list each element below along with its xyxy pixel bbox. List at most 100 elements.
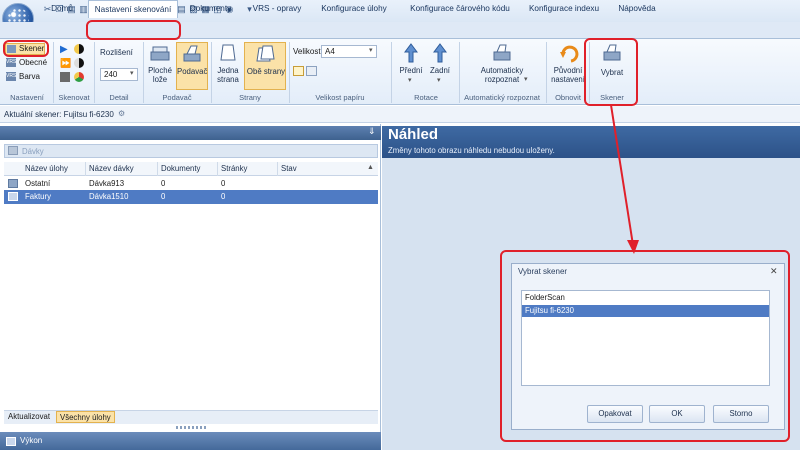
tab-konfigurace-indexu[interactable]: Konfigurace indexu [524,0,604,17]
predni-button[interactable]: Přední ▾ [398,42,424,90]
ribbon-separator [94,42,95,103]
resolution-select[interactable]: 240 ▾ [100,68,138,81]
velikost-label: Velikost [293,47,321,56]
preview-title: Náhled [388,126,439,143]
auto-scan-icon [493,44,511,61]
portrait-icon[interactable] [293,66,304,76]
column-header-batch[interactable]: Název dávky [86,162,158,176]
batch-section-title: Dávky [22,147,44,156]
cell-documents: 0 [161,192,166,201]
feeder-icon [183,45,201,62]
obnovit-line2-label: nastavení [551,75,585,84]
jedna-label: Jedna [217,66,239,75]
flatbed-icon [150,46,170,61]
zadni-button[interactable]: Zadní ▾ [427,42,453,90]
obecne-button[interactable]: VRS Obecné [5,57,49,69]
tab-konfigurace-caroveho-kodu[interactable]: Konfigurace čárového kódu [400,0,520,17]
group-nastaveni-label: Nastavení [10,93,44,102]
ploche-loze-button[interactable]: Ploché lože [145,42,175,90]
obnovit-line1-label: Původní [553,66,583,75]
column-header-state[interactable]: Stav [278,162,368,176]
highlight-dialog-box [500,250,790,442]
current-scanner-text: Aktuální skener: Fujitsu fi-6230 [4,110,114,119]
group-velikost-label: Velikost papíru [315,93,365,102]
vykon-title: Výkon [20,436,43,445]
ribbon-separator [211,42,212,103]
reset-settings-button[interactable]: Původní nastavení [549,42,587,90]
chevron-down-icon: ▾ [369,47,373,54]
scan-icon[interactable]: ▶ [60,44,68,55]
tab-konfigurace-ulohy[interactable]: Konfigurace úlohy [314,0,394,17]
rozliseni-label: Rozlišení [100,48,133,57]
auto-detect-button[interactable]: Automaticky rozpoznat ▾ [466,42,538,90]
cell-pages: 0 [221,179,226,188]
vykon-section-header[interactable] [0,432,381,450]
column-header-pages[interactable]: Stránky [218,162,278,176]
zadni-label: Zadní [430,66,450,75]
obe-strany-button[interactable]: Obě strany [244,42,286,90]
highlight-vybrat-box [584,38,638,106]
highlight-skener-box [3,40,49,57]
strana-label: strana [217,75,239,84]
stop-icon[interactable] [60,72,70,82]
chevron-down-icon: ▾ [408,77,412,84]
cell-state [278,190,368,203]
batch-section-header[interactable] [4,144,378,158]
podavac-button[interactable]: Podavač [176,42,208,90]
tab-nastaveni-skenovani[interactable]: Nastavení skenování [88,0,178,18]
arrow-up-icon [404,43,418,63]
barva-button[interactable]: VRS Barva [5,71,45,83]
single-side-icon [220,44,236,61]
group-detail-label: Detail [109,93,129,102]
cell-documents: 0 [161,179,166,188]
predni-label: Přední [399,66,423,75]
grayscale-mode-icon[interactable] [74,58,84,68]
color-mode-icon[interactable] [74,72,84,82]
ribbon-separator [546,42,547,103]
all-jobs-tab[interactable]: Všechny úlohy [56,411,115,423]
paper-size-select[interactable]: A4 ▾ [321,45,377,58]
group-auto-label: Automatický rozpoznat [464,93,540,102]
bw-mode-icon[interactable] [74,44,84,54]
loze-label: lože [152,75,168,84]
group-skenovat-label: Skenovat [58,93,90,102]
splitter-handle[interactable] [176,426,206,429]
chevron-down-icon: ▾ [130,70,134,77]
landscape-icon[interactable] [306,66,317,76]
general-icon: VRS [6,58,17,67]
panel-header [0,126,381,140]
preview-subtitle: Změny tohoto obrazu náhledu nebudou ulož… [388,146,555,155]
jedna-strana-button[interactable]: Jedna strana [213,42,243,90]
ribbon-separator [391,42,392,103]
chevron-down-icon: ▾ [437,77,441,84]
column-header-job[interactable]: Název úlohy [22,162,86,176]
group-obnovit-label: Obnovit [555,93,581,102]
group-podavac-label: Podavač [162,93,192,102]
cell-job: Ostatní [25,179,51,188]
performance-icon [6,437,16,446]
double-side-icon [256,45,275,62]
auto-line1-label: Automaticky [480,66,524,75]
tab-domu[interactable]: Domů [44,0,80,17]
sort-up-icon[interactable]: ▲ [367,164,374,171]
cell-batch: Dávka1510 [89,192,129,201]
obecne-label: Obecné [19,58,48,67]
refresh-tab[interactable]: Aktualizovat [5,411,53,423]
group-strany-label: Strany [239,93,261,102]
group-rotace-label: Rotace [414,93,438,102]
undo-arrow-icon [560,45,579,63]
paper-size-value: A4 [325,47,335,56]
column-header-documents[interactable]: Dokumenty [158,162,218,176]
highlight-tab-box [86,20,181,40]
arrow-up-icon [433,43,447,63]
tab-napoveda[interactable]: Nápověda [614,0,660,17]
ribbon-separator [143,42,144,103]
cell-job: Faktury [25,192,51,201]
tab-dokumenty[interactable]: Dokumenty [183,0,238,17]
chevron-down-icon: ▾ [524,76,528,83]
color-icon: VRS [6,72,17,81]
scan-next-icon[interactable]: ⏩ [60,58,71,69]
batch-row-icon [8,192,18,201]
collapse-icon[interactable]: ⇓ [368,126,376,137]
tab-vrs-opravy[interactable]: VRS - opravy [246,0,308,17]
